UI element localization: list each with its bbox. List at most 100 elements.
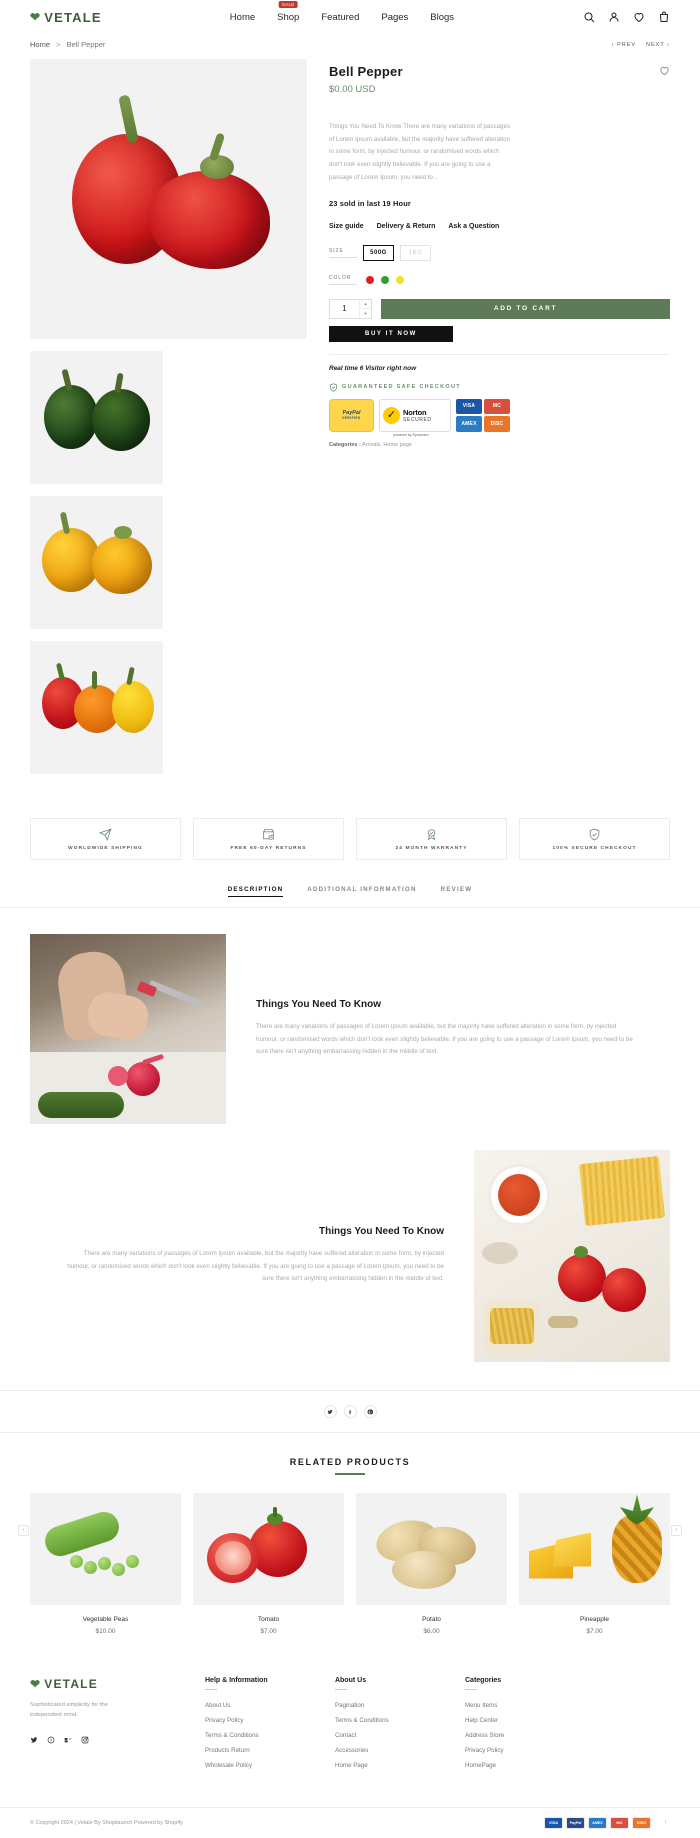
quantity-steps: ▲ ▼ [359,299,371,318]
feature-secure-checkout[interactable]: 100% SECURE CHECKOUT [519,818,670,860]
buy-it-now-button[interactable]: BUY IT NOW [329,325,453,342]
back-to-top-button[interactable]: ↑ [661,1818,670,1827]
breadcrumb-home[interactable]: Home [30,40,50,49]
nav-item-featured[interactable]: Featured [321,12,359,23]
amex-icon: AMEX [588,1816,607,1829]
thumbnail-green-peppers[interactable] [30,351,163,484]
thumbnail-yellow-peppers[interactable] [30,496,163,629]
footer-link[interactable]: Wholesale Policy [205,1762,335,1769]
related-prev-arrow[interactable]: ‹ [18,1524,29,1536]
twitter-icon[interactable] [323,1405,337,1418]
norton-badge-wrap: ✓ Norton SECURED powered by Symantec [379,398,451,437]
quantity-decrease-button[interactable]: ▼ [360,309,371,318]
footer-link[interactable]: Terms & Conditions [335,1717,465,1724]
nav-label: Shop [277,11,300,23]
size-option-500g[interactable]: 500G [363,244,394,261]
tab-list: DESCRIPTION ADDITIONAL INFORMATION REVIE… [0,886,700,907]
norton-secured-label: SECURED [403,416,432,423]
footer-link-list: Pagination Terms & Conditions Contact Ac… [335,1702,465,1769]
mastercard-icon: MC [610,1816,629,1829]
feature-warranty[interactable]: 24 MONTH WARRANTY [356,818,507,860]
nav-item-shop[interactable]: SALE Shop [277,0,300,23]
cart-icon[interactable] [658,11,670,23]
footer-link[interactable]: HomePage [465,1762,504,1769]
page-root: ❤ VETALE Home SALE Shop Featured Pages B… [0,0,700,1838]
feature-worldwide-shipping[interactable]: WORLDWIDE SHIPPING [30,818,181,860]
search-icon[interactable] [583,11,595,23]
box-return-icon [262,828,275,841]
related-product-card[interactable]: Pineapple $7.00 [519,1492,670,1635]
behance-icon[interactable] [64,1736,72,1744]
tab-review[interactable]: REVIEW [441,886,473,897]
symantec-powered-text: powered by Symantec [393,432,429,437]
shield-check-icon [329,382,338,392]
color-swatch-yellow[interactable] [396,275,404,284]
next-product-button[interactable]: NEXT › [646,42,670,48]
pinterest-icon[interactable] [363,1405,377,1418]
card-logos: VISA MC AMEX DISC [456,398,510,432]
breadcrumb-separator: > [56,40,61,49]
footer-link[interactable]: Address Store [465,1732,504,1739]
twitter-icon[interactable] [30,1736,38,1744]
product-main-image[interactable] [30,59,307,339]
color-swatch-green[interactable] [381,275,389,284]
product-description: Things You Need To Know There are many v… [329,123,511,181]
related-product-card[interactable]: Potato $6.00 [356,1492,507,1635]
size-option-1kg[interactable]: 1KG [400,244,431,261]
footer-link[interactable]: Privacy Policy [465,1747,504,1754]
tab-additional-information[interactable]: ADDITIONAL INFORMATION [307,886,416,897]
thumbnail-mixed-peppers[interactable] [30,641,163,774]
footer-link[interactable]: Products Return [205,1747,335,1754]
nav-label: Pages [381,11,409,23]
footer-link[interactable]: Help Center [465,1717,504,1724]
footer-link[interactable]: Pagination [335,1702,465,1709]
nav-item-blogs[interactable]: Blogs [430,12,454,23]
footer-link[interactable]: About Us [205,1702,335,1709]
delivery-return-link[interactable]: Delivery & Return [377,223,436,231]
footer-link[interactable]: Menu Items [465,1702,504,1709]
add-to-cart-button[interactable]: ADD TO CART [381,298,670,319]
quantity-value: 1 [342,304,347,314]
paper-plane-icon [99,827,112,841]
footer-link[interactable]: Contact [335,1732,465,1739]
color-swatch-red[interactable] [366,275,374,284]
quantity-increase-button[interactable]: ▲ [360,300,371,310]
radish-cutting-image [30,934,226,1124]
instagram-icon[interactable] [81,1736,89,1744]
size-guide-link[interactable]: Size guide [329,223,364,231]
sale-badge: SALE [278,0,298,8]
categories-value[interactable]: Arrivals, Home page [362,442,412,448]
feature-free-returns[interactable]: FREE 60-DAY RETURNS [193,818,344,860]
norton-secured-badge: ✓ Norton SECURED [379,398,451,432]
nav-item-pages[interactable]: Pages [381,12,408,23]
description-body: There are many variations of passages of… [67,1249,444,1283]
footer-link[interactable]: Accessories [335,1747,465,1754]
related-product-card[interactable]: Tomato $7.00 [193,1492,344,1635]
footer-link[interactable]: Privacy Policy [205,1717,335,1724]
pepper-shape [92,536,152,594]
footer-link[interactable]: Home Page [335,1762,465,1769]
description-text-one: Things You Need To Know There are many v… [226,999,670,1059]
site-logo[interactable]: ❤ VETALE [30,10,102,25]
footer-logo[interactable]: ❤ VETALE [30,1677,205,1691]
prev-product-button[interactable]: ‹ PREV [612,42,636,48]
related-next-arrow[interactable]: › [671,1524,682,1536]
facebook-icon[interactable] [343,1405,357,1418]
product-categories: Categories : Arrivals, Home page [329,442,670,448]
footer-column-help: Help & Information About Us Privacy Poli… [205,1677,335,1777]
tab-description[interactable]: DESCRIPTION [227,886,284,897]
amex-card-logo: AMEX [456,416,482,432]
pinterest-icon[interactable] [47,1736,55,1744]
nav-item-home[interactable]: Home [230,12,255,23]
ask-question-link[interactable]: Ask a Question [448,223,499,231]
feature-bar: WORLDWIDE SHIPPING FREE 60-DAY RETURNS 2… [0,796,700,860]
pepper-shape [44,385,98,449]
add-to-wishlist-icon[interactable] [659,65,670,76]
related-product-card[interactable]: Vegetable Peas $10.00 [30,1492,181,1635]
footer-link[interactable]: Terms & Conditions [205,1732,335,1739]
wishlist-icon[interactable] [633,11,645,23]
quantity-stepper[interactable]: 1 ▲ ▼ [329,298,372,319]
account-icon[interactable] [608,11,620,23]
color-option-label: COLOR [329,275,357,285]
safe-checkout-row: GUARANTEED SAFE CHECKOUT [329,382,670,392]
